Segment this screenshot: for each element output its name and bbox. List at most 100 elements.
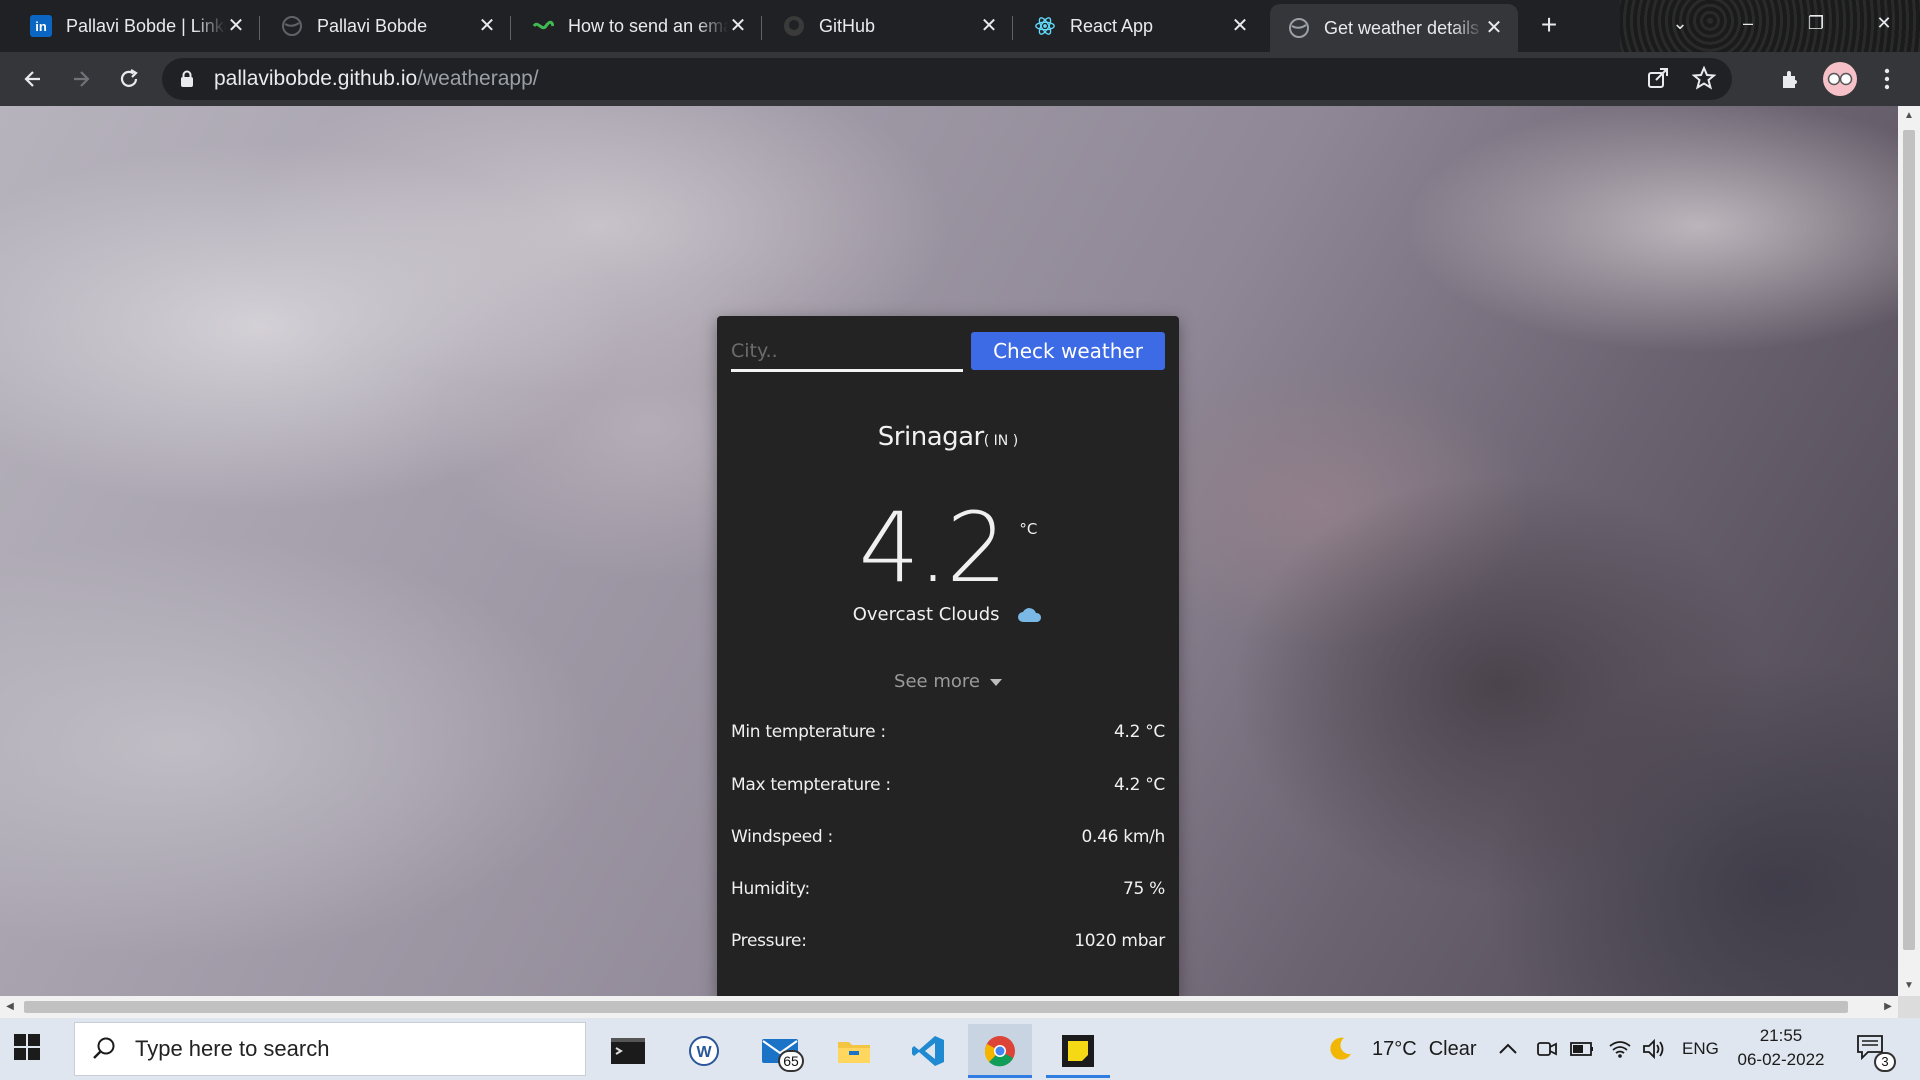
close-icon[interactable]: ✕ [477, 16, 497, 36]
battery-icon[interactable] [1570, 1018, 1594, 1080]
taskbar-search-box[interactable]: Type here to search [74, 1022, 586, 1076]
check-weather-button[interactable]: Check weather [971, 332, 1165, 370]
weather-card: Check weather Srinagar( IN ) 4.2 °C Overc… [717, 316, 1179, 996]
mail-badge: 65 [778, 1050, 804, 1072]
windows-start-icon[interactable] [14, 1034, 44, 1064]
terminal-app-icon[interactable] [596, 1024, 660, 1078]
weather-description: Overcast Clouds [852, 604, 1000, 625]
tab-pallavi-bobde[interactable]: Pallavi Bobde ✕ [263, 4, 511, 48]
share-icon[interactable] [1646, 66, 1670, 95]
country-code: ( IN ) [983, 433, 1019, 449]
notifications-icon[interactable]: 3 [1856, 1034, 1896, 1072]
detail-row-max-temp: Max tempterature : 4.2 °C [731, 775, 1165, 795]
back-button[interactable] [16, 62, 50, 96]
close-icon[interactable]: ✕ [1230, 16, 1250, 36]
restore-button[interactable]: ❐ [1788, 6, 1844, 40]
detail-value: 4.2 °C [1113, 722, 1165, 742]
tab-react-app[interactable]: React App ✕ [1016, 4, 1264, 48]
minimize-button[interactable]: – [1720, 6, 1776, 40]
url-path: /weatherapp/ [417, 67, 539, 90]
scroll-left-arrow-icon[interactable]: ◀ [0, 996, 20, 1018]
arrow-left-icon [24, 71, 40, 87]
city-name: Srinagar [877, 422, 984, 452]
tab-linkedin[interactable]: in Pallavi Bobde | LinkedIn ✕ [12, 4, 260, 48]
detail-label: Humidity: [731, 879, 810, 899]
scroll-right-arrow-icon[interactable]: ▶ [1878, 996, 1898, 1018]
more-menu-icon[interactable] [1872, 64, 1902, 94]
tab-search-button[interactable]: ⌄ [1652, 6, 1708, 40]
meet-now-icon[interactable] [1536, 1018, 1558, 1080]
clock-date: 06-02-2022 [1737, 1050, 1825, 1069]
detail-value: 4.2 °C [1113, 775, 1165, 795]
close-icon[interactable]: ✕ [728, 16, 748, 36]
scroll-down-arrow-icon[interactable]: ▼ [1898, 976, 1920, 996]
address-bar[interactable]: pallavibobde.github.io/weatherapp/ [162, 58, 1732, 100]
profile-avatar[interactable] [1823, 62, 1857, 96]
svg-text:W: W [696, 1044, 712, 1061]
page-background: Check weather Srinagar( IN ) 4.2 °C Overc… [0, 106, 1898, 996]
horizontal-scrollbar[interactable]: ◀ ▶ [0, 996, 1898, 1018]
see-more-toggle[interactable]: See more [717, 671, 1179, 692]
close-window-button[interactable]: ✕ [1856, 6, 1912, 40]
reload-icon [120, 69, 138, 87]
city-input[interactable] [731, 332, 963, 372]
moon-icon [1330, 1037, 1351, 1060]
close-icon[interactable]: ✕ [226, 16, 246, 36]
clock-time: 21:55 [1759, 1026, 1803, 1045]
scroll-up-arrow-icon[interactable]: ▲ [1898, 106, 1920, 126]
temperature-unit: °C [1019, 520, 1038, 538]
browser-tab-strip: in Pallavi Bobde | LinkedIn ✕ Pallavi Bo… [0, 0, 1920, 52]
weather-widget[interactable]: 17°C Clear [1326, 1018, 1476, 1080]
green-logo-icon [532, 15, 554, 37]
browser-toolbar: pallavibobde.github.io/weatherapp/ [0, 52, 1920, 106]
file-explorer-icon[interactable] [822, 1024, 886, 1078]
volume-icon[interactable] [1642, 1018, 1666, 1080]
notification-count: 3 [1874, 1052, 1896, 1072]
mail-app-icon[interactable]: 65 [748, 1024, 812, 1078]
lock-icon[interactable] [180, 70, 202, 88]
chevron-up-icon[interactable] [1498, 1018, 1518, 1080]
tab-title: Get weather details [1324, 17, 1480, 38]
wifi-icon[interactable] [1608, 1018, 1632, 1080]
tab-title: Pallavi Bobde | LinkedIn [66, 15, 226, 36]
chrome-app-icon[interactable] [968, 1024, 1032, 1078]
tab-title: GitHub [819, 15, 876, 36]
new-tab-button[interactable]: + [1531, 10, 1567, 42]
weather-temp: 17°C [1372, 1037, 1417, 1060]
tab-github[interactable]: GitHub ✕ [765, 4, 1013, 48]
detail-value: 75 % [1123, 879, 1165, 899]
close-icon[interactable]: ✕ [979, 16, 999, 36]
location-line: Srinagar( IN ) [717, 422, 1179, 452]
see-more-label: See more [894, 671, 980, 692]
scroll-thumb[interactable] [24, 1001, 1848, 1013]
arrow-right-icon [74, 71, 90, 87]
vscode-app-icon[interactable] [896, 1024, 960, 1078]
tab-send-email[interactable]: How to send an email ✕ [514, 4, 762, 48]
temperature-value: 4.2 [858, 492, 1008, 604]
detail-label: Max tempterature : [731, 775, 891, 795]
tab-get-weather-details[interactable]: Get weather details ✕ [1270, 4, 1518, 52]
search-placeholder: Type here to search [135, 1036, 330, 1061]
word-app-icon[interactable]: W [672, 1024, 736, 1078]
bookmark-star-icon[interactable] [1691, 65, 1717, 95]
url-host: pallavibobde.github.io [214, 67, 418, 90]
weather-text: Clear [1428, 1037, 1477, 1060]
extensions-icon[interactable] [1776, 64, 1806, 94]
detail-row-pressure: Pressure: 1020 mbar [731, 931, 1165, 951]
windows-taskbar: Type here to search W 65 17°C Clear ENG … [0, 1018, 1920, 1080]
detail-label: Windspeed : [731, 827, 833, 847]
cloud-icon [1017, 607, 1043, 623]
close-icon[interactable]: ✕ [1484, 18, 1504, 38]
vertical-scrollbar[interactable]: ▲ ▼ [1898, 106, 1920, 996]
detail-row-min-temp: Min tempterature : 4.2 °C [731, 722, 1165, 742]
globe-icon [281, 15, 303, 37]
sticky-notes-icon[interactable] [1046, 1024, 1110, 1078]
clock[interactable]: 21:55 06-02-2022 [1726, 1024, 1836, 1072]
forward-button[interactable] [64, 62, 98, 96]
scroll-thumb[interactable] [1903, 130, 1915, 950]
weather-description-line: Overcast Clouds [717, 604, 1179, 625]
reload-button[interactable] [112, 62, 146, 96]
detail-label: Pressure: [731, 931, 807, 951]
search-icon [93, 1037, 115, 1059]
language-indicator[interactable]: ENG [1682, 1018, 1719, 1080]
